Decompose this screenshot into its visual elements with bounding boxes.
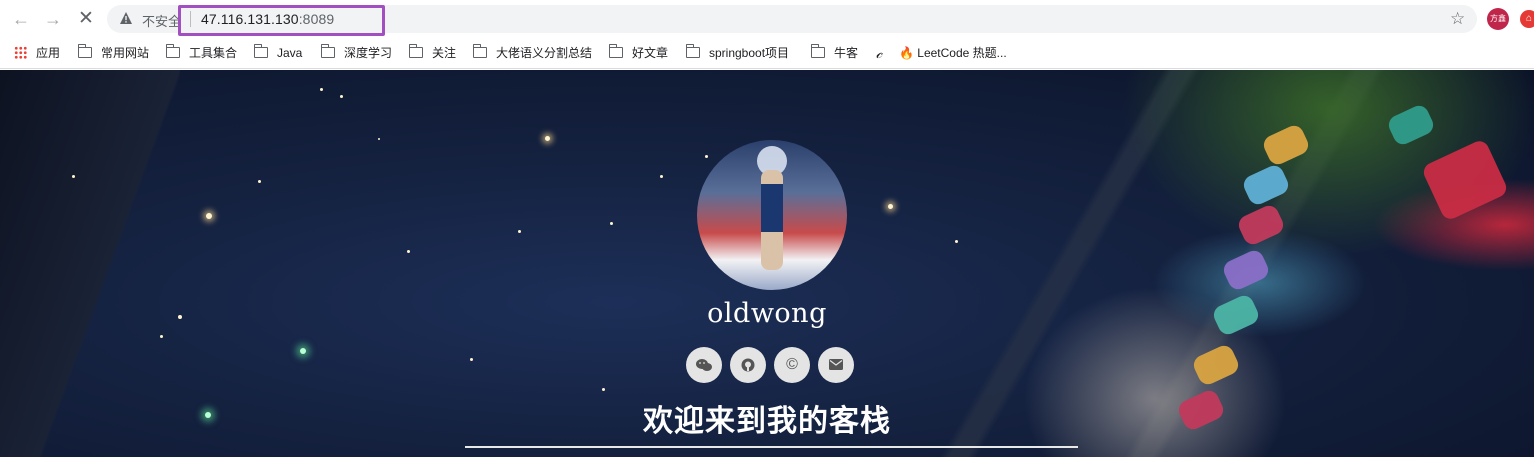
browser-toolbar: ← → ✕ 不安全 47.116.131.130:8089 ☆ 方鑫 ⌂ [0,0,1534,38]
url-annotation-box [178,5,385,36]
folder-icon [253,44,268,58]
star [602,388,605,391]
cursive-c-icon: 𝒸 [876,44,883,62]
bookmarks-bar: 应用 常用网站 工具集合 Java 深度学习 关注 大佬语义分割总结 好文章 s… [0,38,1534,69]
bookmark-folder[interactable]: 关注 [408,44,456,62]
bookmark-apps[interactable]: 应用 [14,44,60,62]
folder-icon [685,44,700,58]
folder-icon [608,44,623,58]
bookmark-folder[interactable]: springboot项目 [685,44,789,62]
star [705,155,708,158]
heading-divider [465,446,1078,448]
star [300,348,306,354]
star [888,204,893,209]
bookmark-folder[interactable]: Java [253,44,302,62]
hero-section: oldwong © 欢迎来到我的客栈 [0,70,1534,457]
star [340,95,343,98]
bookmark-folder[interactable]: 好文章 [608,44,668,62]
security-status[interactable]: 不安全 [142,11,181,30]
folder-icon [810,44,825,58]
extension-icon[interactable]: ⌂ [1520,10,1534,28]
profile-avatar[interactable]: 方鑫 [1487,8,1509,30]
apps-grid-icon [14,46,27,59]
bookmark-leetcode[interactable]: 🔥 LeetCode 热题... [899,44,1007,62]
star [72,175,75,178]
star [206,213,212,219]
star [258,180,261,183]
folder-icon [165,44,180,58]
bookmark-star-icon[interactable]: ☆ [1450,9,1465,29]
back-arrow-icon[interactable]: ← [10,9,32,29]
star [378,138,380,140]
star [660,175,663,178]
star [320,88,323,91]
star [545,136,550,141]
github-icon[interactable] [730,347,766,383]
mail-icon[interactable] [818,347,854,383]
folder-icon [408,44,423,58]
welcome-heading: 欢迎来到我的客栈 [643,405,891,438]
stop-loading-icon[interactable]: ✕ [75,9,97,29]
star [407,250,410,253]
folder-icon [320,44,335,58]
bookmark-folder[interactable]: 常用网站 [77,44,149,62]
bookmark-cursive-c[interactable]: 𝒸 [876,44,882,62]
copyright-icon[interactable]: © [774,347,810,383]
folder-icon [77,44,92,58]
bookmark-folder[interactable]: 工具集合 [165,44,237,62]
star [955,240,958,243]
site-name: oldwong [707,298,827,329]
star [610,222,613,225]
bookmark-folder[interactable]: 大佬语义分割总结 [472,44,592,62]
player-image [761,170,783,270]
warning-icon[interactable] [119,11,133,25]
bookmark-folder[interactable]: 深度学习 [320,44,392,62]
avatar[interactable] [697,140,847,290]
forward-arrow-icon[interactable]: → [42,9,64,29]
star [518,230,521,233]
star [470,358,473,361]
bookmark-folder[interactable]: 牛客 [810,44,858,62]
wechat-icon[interactable] [686,347,722,383]
folder-icon [472,44,487,58]
star [160,335,163,338]
